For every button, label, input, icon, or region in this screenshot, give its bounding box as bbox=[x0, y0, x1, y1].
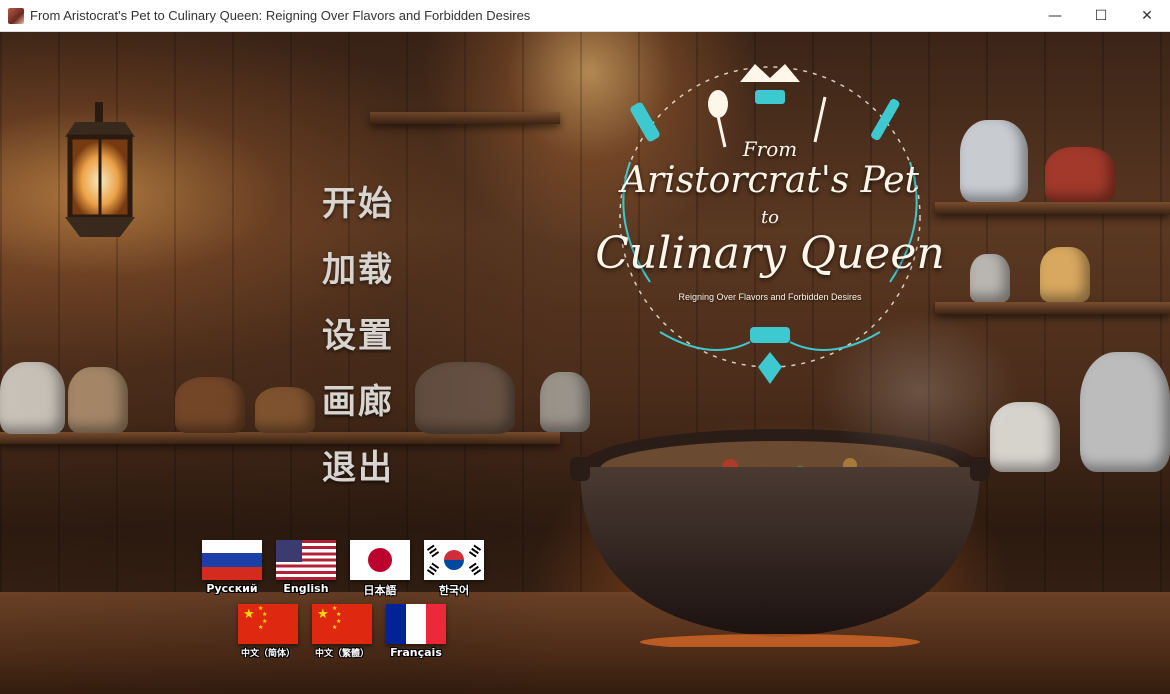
language-chinese-traditional-button[interactable]: ★ ★ ★ ★ ★ 中文（繁體） bbox=[312, 604, 372, 659]
close-button[interactable]: ✕ bbox=[1124, 0, 1170, 32]
language-label: Français bbox=[390, 646, 442, 659]
language-label: 日本語 bbox=[363, 584, 397, 597]
logo-subtitle: Reigning Over Flavors and Forbidden Desi… bbox=[678, 292, 862, 302]
logo-title-line1: Aristorcrat's Pet bbox=[620, 160, 920, 201]
language-label: 中文（繁體） bbox=[314, 649, 369, 659]
korea-flag-icon bbox=[424, 540, 484, 580]
game-logo: From Aristorcrat's Pet to Culinary Queen… bbox=[590, 42, 950, 402]
language-chinese-simplified-button[interactable]: ★ ★ ★ ★ ★ 中文（简体） bbox=[238, 604, 298, 659]
jar bbox=[970, 254, 1010, 302]
russia-flag-icon bbox=[202, 540, 262, 580]
language-korean-button[interactable]: 한국어 bbox=[424, 540, 484, 598]
jar bbox=[1045, 147, 1115, 202]
right-upper-shelf bbox=[935, 202, 1170, 214]
window-title: From Aristocrat's Pet to Culinary Queen:… bbox=[30, 8, 531, 23]
jar bbox=[960, 120, 1028, 202]
language-label: English bbox=[283, 582, 329, 595]
quit-button[interactable]: 退出 bbox=[322, 448, 412, 488]
settings-button[interactable]: 设置 bbox=[322, 316, 412, 356]
language-label: 한국어 bbox=[438, 584, 470, 597]
gallery-button[interactable]: 画廊 bbox=[322, 382, 412, 422]
china-flag-icon: ★ ★ ★ ★ ★ bbox=[312, 604, 372, 644]
minimize-button[interactable]: — bbox=[1032, 0, 1078, 32]
france-flag-icon bbox=[386, 604, 446, 644]
jar bbox=[1040, 247, 1090, 302]
teapot bbox=[1080, 352, 1170, 472]
main-menu: 开始 加载 设置 画廊 退出 bbox=[322, 184, 412, 514]
game-screen: From Aristorcrat's Pet to Culinary Queen… bbox=[0, 32, 1170, 694]
language-english-button[interactable]: English bbox=[276, 540, 336, 595]
usa-flag-icon bbox=[276, 540, 336, 580]
app-icon bbox=[8, 7, 24, 24]
language-japanese-button[interactable]: 日本語 bbox=[350, 540, 410, 598]
language-label: Русский bbox=[206, 582, 258, 595]
language-french-button[interactable]: Français bbox=[386, 604, 446, 659]
japan-flag-icon bbox=[350, 540, 410, 580]
china-flag-icon: ★ ★ ★ ★ ★ bbox=[238, 604, 298, 644]
window-titlebar: From Aristocrat's Pet to Culinary Queen:… bbox=[0, 0, 1170, 32]
logo-from: From bbox=[742, 137, 798, 161]
language-russian-button[interactable]: Русский bbox=[202, 540, 262, 595]
start-button[interactable]: 开始 bbox=[322, 184, 412, 224]
load-button[interactable]: 加载 bbox=[322, 250, 412, 290]
logo-title-line2: Culinary Queen bbox=[595, 228, 945, 279]
maximize-button[interactable]: ☐ bbox=[1078, 0, 1124, 32]
logo-to: to bbox=[760, 207, 780, 228]
window-controls: — ☐ ✕ bbox=[1032, 0, 1170, 32]
language-label: 中文（简体） bbox=[240, 649, 295, 659]
